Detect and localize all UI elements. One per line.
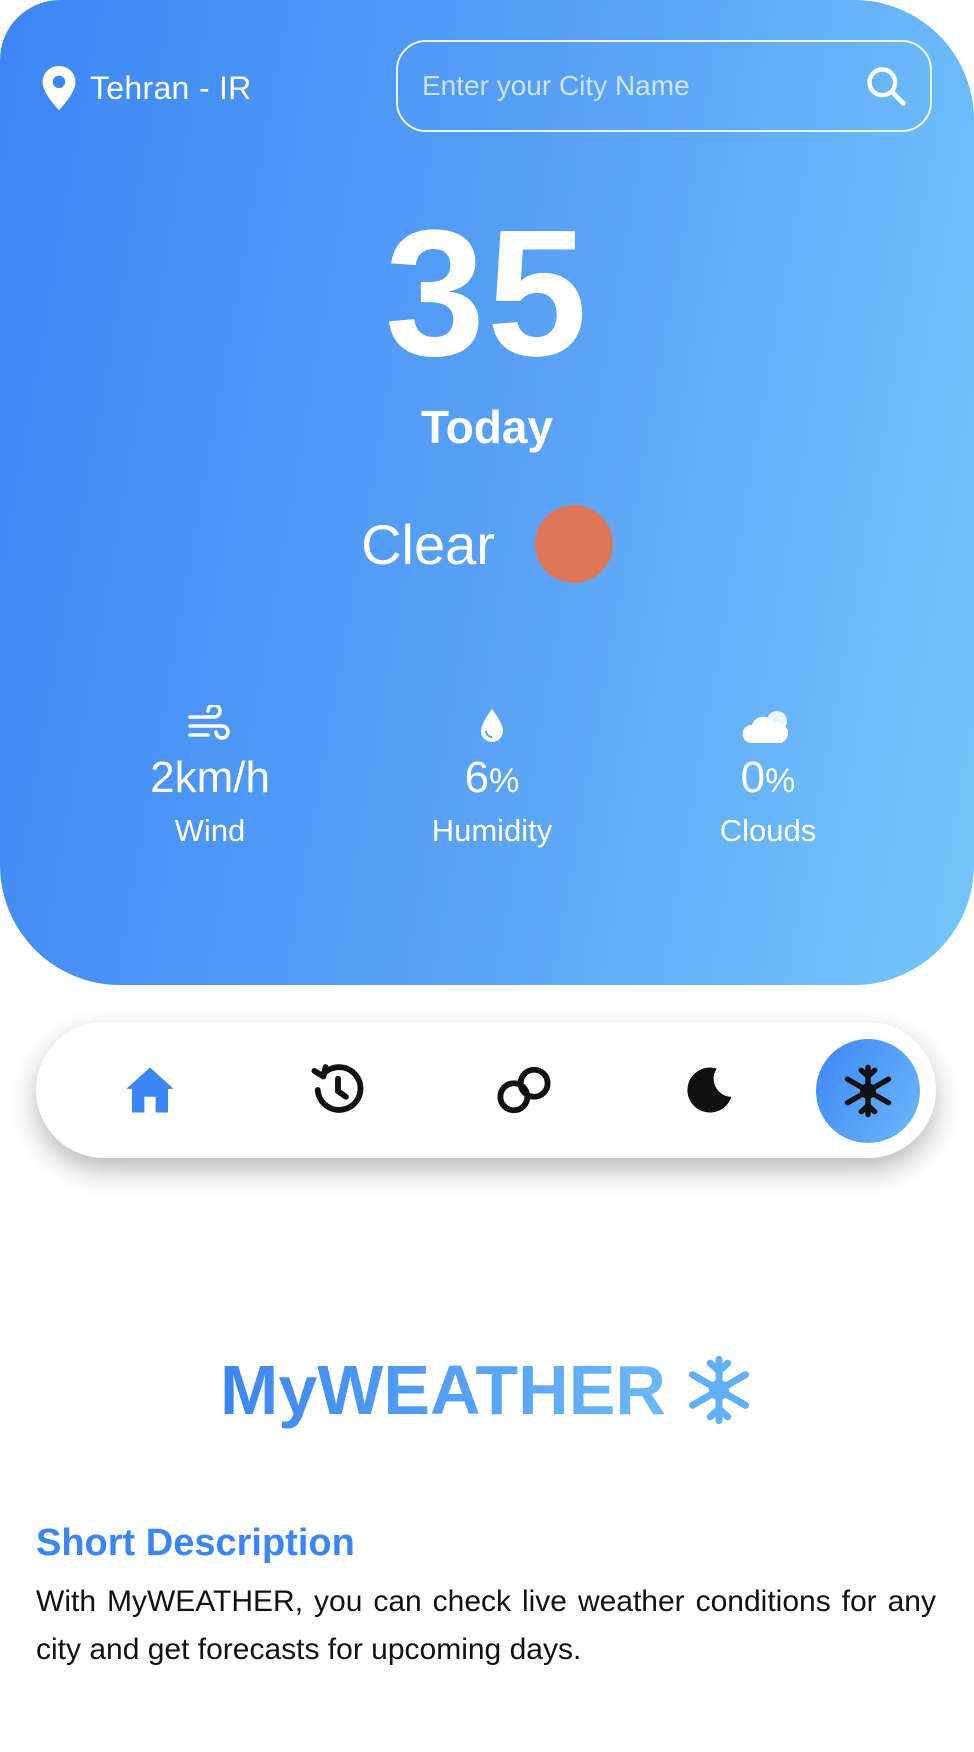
humidity-stat: 6% Humidity	[372, 705, 612, 849]
nav-home[interactable]	[116, 1056, 184, 1124]
snowflake-icon	[688, 1355, 749, 1425]
nav-history[interactable]	[304, 1056, 372, 1124]
location-label: Tehran - IR	[90, 69, 252, 106]
description-title: Short Description	[36, 1522, 355, 1564]
nav-links[interactable]	[490, 1056, 558, 1124]
description-body: With MyWEATHER, you can check live weath…	[36, 1585, 936, 1666]
location: Tehran - IR	[42, 66, 252, 110]
bottom-nav	[36, 1022, 936, 1158]
search-icon[interactable]	[864, 64, 908, 108]
city-search	[396, 40, 932, 132]
humidity-label: Humidity	[431, 813, 553, 848]
humidity-value: 6%	[464, 753, 520, 802]
wind-stat: 2km/h Wind	[90, 705, 330, 849]
day-label: Today	[420, 401, 554, 453]
sun-icon	[534, 505, 613, 583]
brand: MyWEATHER	[0, 1350, 974, 1430]
nav-weather-active[interactable]	[816, 1039, 920, 1143]
city-search-input[interactable]	[420, 69, 864, 103]
brand-name: MyWEATHER	[220, 1351, 666, 1429]
snowflake-icon	[844, 1064, 892, 1118]
moon-icon	[687, 1067, 732, 1113]
nav-dark-mode[interactable]	[676, 1056, 744, 1124]
history-icon	[311, 1064, 364, 1113]
home-icon	[126, 1067, 174, 1113]
cloud-icon	[742, 711, 789, 743]
map-pin-icon	[42, 66, 76, 110]
temperature-value: 35	[384, 193, 590, 394]
wind-value: 2km/h	[150, 753, 270, 802]
condition-label: Clear	[361, 512, 495, 576]
wind-icon	[188, 705, 230, 740]
droplet-icon	[481, 709, 503, 742]
clouds-label: Clouds	[719, 813, 817, 848]
wind-label: Wind	[174, 813, 246, 848]
clouds-stat: 0% Clouds	[648, 705, 888, 849]
weather-condition: Clear	[0, 505, 974, 583]
link-icon	[497, 1066, 551, 1114]
clouds-value: 0%	[740, 753, 796, 802]
weather-hero-card: Tehran - IR 35 Today Clear 2km/h Wind 6%…	[0, 0, 974, 985]
